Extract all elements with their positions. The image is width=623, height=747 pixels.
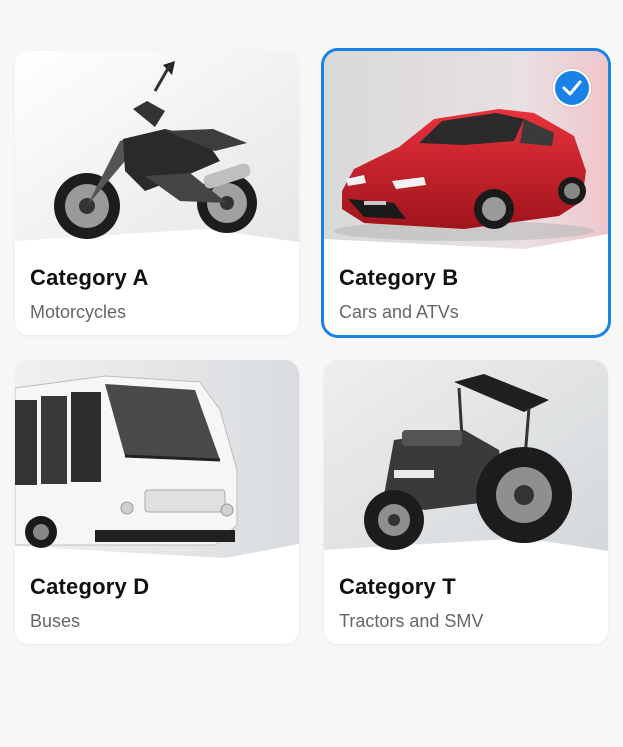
selected-check-icon <box>553 69 591 107</box>
motorcycle-photo <box>15 51 299 242</box>
category-title: Category T <box>339 574 456 599</box>
category-card-a[interactable]: Category A Motorcycles <box>15 51 299 335</box>
category-subtitle: Motorcycles <box>30 302 127 322</box>
category-subtitle: Buses <box>30 611 81 631</box>
category-title: Category A <box>30 265 149 290</box>
category-subtitle: Tractors and SMV <box>339 611 484 631</box>
category-title: Category B <box>339 265 459 290</box>
category-card-d[interactable]: Category D Buses <box>15 360 299 644</box>
category-card-t[interactable]: Category T Tractors and SMV <box>324 360 608 644</box>
category-subtitle: Cars and ATVs <box>339 302 459 322</box>
tractor-photo <box>324 360 608 551</box>
category-card-b[interactable]: Category B Cars and ATVs <box>321 48 611 338</box>
bus-photo <box>15 360 299 558</box>
category-title: Category D <box>30 574 150 599</box>
